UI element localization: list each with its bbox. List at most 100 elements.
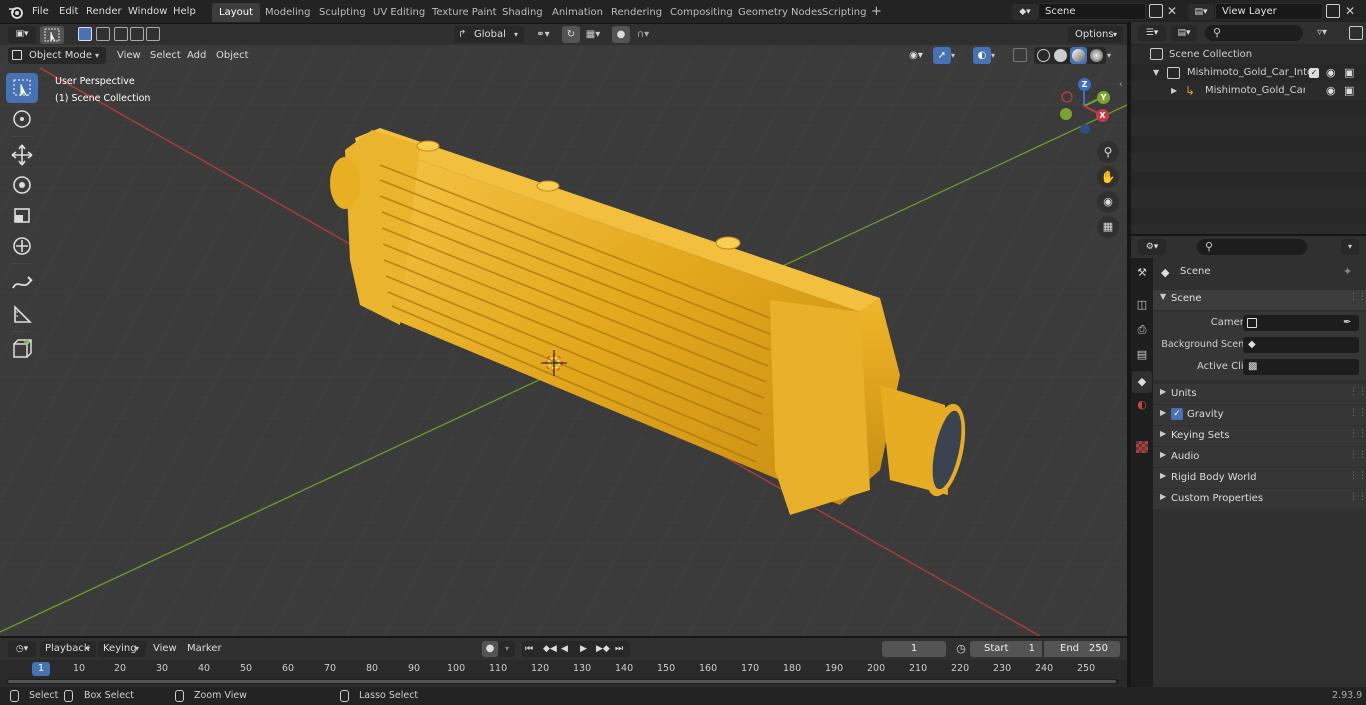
panel-collapsed-icon[interactable]: ▶ <box>1160 492 1166 501</box>
panel-expand-icon[interactable]: ▼ <box>1160 292 1166 301</box>
menu-help[interactable]: Help <box>169 3 200 21</box>
material-shading-icon[interactable] <box>1070 47 1087 64</box>
object-mode-dropdown[interactable]: Object Mode ▾ <box>8 47 106 64</box>
units-panel-title[interactable]: Units <box>1171 388 1197 399</box>
timeline-editor-type-icon[interactable]: ◷▾ <box>8 641 36 657</box>
properties-search-input[interactable]: ⚲ <box>1197 239 1307 255</box>
gravity-panel-title[interactable]: Gravity <box>1187 409 1224 420</box>
tab-rendering[interactable]: Rendering <box>604 3 669 22</box>
tab-animation[interactable]: Animation <box>545 3 610 22</box>
tab-scripting[interactable]: Scripting <box>815 3 873 22</box>
snap-toggle-icon[interactable]: ↻ <box>562 26 580 43</box>
world-tab-icon[interactable]: ◐ <box>1134 398 1150 416</box>
menu-select[interactable]: Select <box>145 47 186 64</box>
panel-collapsed-icon[interactable]: ▶ <box>1160 408 1166 417</box>
render-tab-icon[interactable]: ◫ <box>1134 298 1150 316</box>
rendered-shading-icon[interactable] <box>1090 49 1103 62</box>
menu-window[interactable]: Window <box>124 3 171 21</box>
drag-handle-icon[interactable]: ⋮⋮ <box>1349 429 1366 439</box>
audio-panel-title[interactable]: Audio <box>1171 451 1199 462</box>
object-item-label[interactable]: Mishimoto_Gold_Car_Inte <box>1205 82 1305 100</box>
play-reverse-icon[interactable]: ◀ <box>561 641 568 657</box>
select-mode-new-icon[interactable] <box>78 27 92 41</box>
gravity-checkbox[interactable]: ✓ <box>1171 408 1183 420</box>
panel-collapsed-icon[interactable]: ▶ <box>1160 387 1166 396</box>
new-view-layer-icon[interactable] <box>1326 4 1340 18</box>
annotate-tool-icon[interactable] <box>6 268 38 298</box>
view-layer-selector-icon[interactable]: ▤▾ <box>1188 4 1214 20</box>
select-mode-subtract-icon[interactable] <box>114 27 128 41</box>
select-box-tool-icon[interactable] <box>6 73 38 103</box>
drag-handle-icon[interactable]: ⋮⋮ <box>1349 387 1366 397</box>
pan-hand-icon[interactable]: ✋ <box>1097 166 1119 188</box>
next-keyframe-icon[interactable]: ▶◆ <box>596 641 610 657</box>
current-frame-field[interactable]: 1 <box>882 641 946 657</box>
drag-handle-icon[interactable]: ⋮⋮ <box>1349 408 1366 418</box>
expand-arrow-icon[interactable]: ▼ <box>1153 64 1159 82</box>
chevron-down-icon[interactable]: ▾ <box>991 47 1005 64</box>
visibility-filter-icon[interactable]: ◉▾ <box>902 47 930 64</box>
start-frame-field[interactable]: Start 1 <box>970 641 1042 657</box>
tab-sculpting[interactable]: Sculpting <box>312 3 373 22</box>
scene-tab-icon[interactable]: ◆ <box>1132 371 1152 393</box>
exclude-checkbox-icon[interactable]: ✓ <box>1309 68 1319 78</box>
menu-object[interactable]: Object <box>211 47 254 64</box>
delete-view-layer-icon[interactable]: ✕ <box>1345 3 1357 19</box>
collection-item-label[interactable]: Mishimoto_Gold_Car_Intercoo <box>1187 64 1309 82</box>
view-layer-tab-icon[interactable]: ▤ <box>1134 348 1150 366</box>
scene-selector-icon[interactable]: ◆▾ <box>1012 4 1038 20</box>
drag-handle-icon[interactable]: ⋮⋮ <box>1349 450 1366 460</box>
eyedropper-icon[interactable]: ✒ <box>1343 315 1351 331</box>
falloff-icon[interactable]: ∩▾ <box>630 26 656 43</box>
active-clip-field[interactable]: ▩ <box>1243 359 1359 375</box>
output-tab-icon[interactable]: ⎙ <box>1134 323 1150 341</box>
custom-properties-panel-title[interactable]: Custom Properties <box>1171 493 1263 504</box>
tab-texture-paint[interactable]: Texture Paint <box>425 3 504 22</box>
chevron-down-icon[interactable]: ▾ <box>499 641 515 657</box>
drag-handle-icon[interactable]: ⋮⋮ <box>1349 492 1366 502</box>
jump-start-icon[interactable]: ⏮ <box>525 641 533 657</box>
keying-menu[interactable]: Keying ▾ <box>98 641 146 657</box>
timeline-view-menu[interactable]: View <box>148 641 182 657</box>
outliner-editor-type-icon[interactable]: ☰▾ <box>1138 25 1166 41</box>
xray-toggle-icon[interactable] <box>1013 48 1027 62</box>
tab-compositing[interactable]: Compositing <box>663 3 740 22</box>
add-cube-tool-icon[interactable] <box>6 334 38 364</box>
solid-shading-icon[interactable] <box>1054 49 1067 62</box>
scene-panel-title[interactable]: Scene <box>1171 293 1202 304</box>
scene-collection-label[interactable]: Scene Collection <box>1169 46 1252 64</box>
new-collection-icon[interactable] <box>1349 26 1363 40</box>
proportional-edit-icon[interactable]: ● <box>612 26 630 43</box>
options-dropdown[interactable]: Options ▾ <box>1068 26 1123 43</box>
expand-arrow-icon[interactable]: ▶ <box>1171 82 1177 100</box>
menu-add[interactable]: Add <box>182 47 211 64</box>
chevron-down-icon[interactable]: ▾ <box>951 47 965 64</box>
play-icon[interactable]: ▶ <box>580 641 587 657</box>
marker-menu[interactable]: Marker <box>182 641 227 657</box>
gizmo-x-axis[interactable]: X <box>1096 109 1109 122</box>
eye-icon[interactable]: ◉ <box>1326 64 1336 82</box>
gizmo-y-axis[interactable]: Y <box>1097 91 1110 104</box>
timeline-scrollbar[interactable] <box>6 679 1119 684</box>
blender-logo-icon[interactable] <box>8 4 24 20</box>
pin-icon[interactable]: ✦ <box>1343 265 1352 278</box>
playback-menu[interactable]: Playback ▾ <box>40 641 96 657</box>
gizmo-z-axis[interactable]: Z <box>1078 78 1091 91</box>
pivot-point-icon[interactable]: ⚭▾ <box>530 26 556 43</box>
texture-tab-icon[interactable] <box>1136 441 1148 453</box>
camera-view-icon[interactable]: ◉ <box>1097 191 1119 213</box>
rigid-body-world-panel-title[interactable]: Rigid Body World <box>1171 472 1256 483</box>
timeline-ruler[interactable]: 1 10 20 30 40 50 60 70 80 90 100 110 120… <box>0 660 1127 678</box>
select-mode-intersect-icon[interactable] <box>146 27 160 41</box>
navigation-gizmo[interactable]: Z Y X <box>1055 75 1115 135</box>
add-workspace-button[interactable]: + <box>866 3 887 22</box>
jump-end-icon[interactable]: ⏭ <box>615 641 623 657</box>
select-tool-icon[interactable] <box>40 26 64 44</box>
tab-layout[interactable]: Layout <box>212 3 260 22</box>
panel-collapsed-icon[interactable]: ▶ <box>1160 429 1166 438</box>
chevron-down-icon[interactable]: ▾ <box>1107 47 1121 64</box>
menu-file[interactable]: File <box>28 3 53 21</box>
end-frame-field[interactable]: End 250 <box>1044 641 1120 657</box>
filter-icon[interactable]: ▿▾ <box>1317 25 1345 41</box>
menu-edit[interactable]: Edit <box>55 3 82 21</box>
